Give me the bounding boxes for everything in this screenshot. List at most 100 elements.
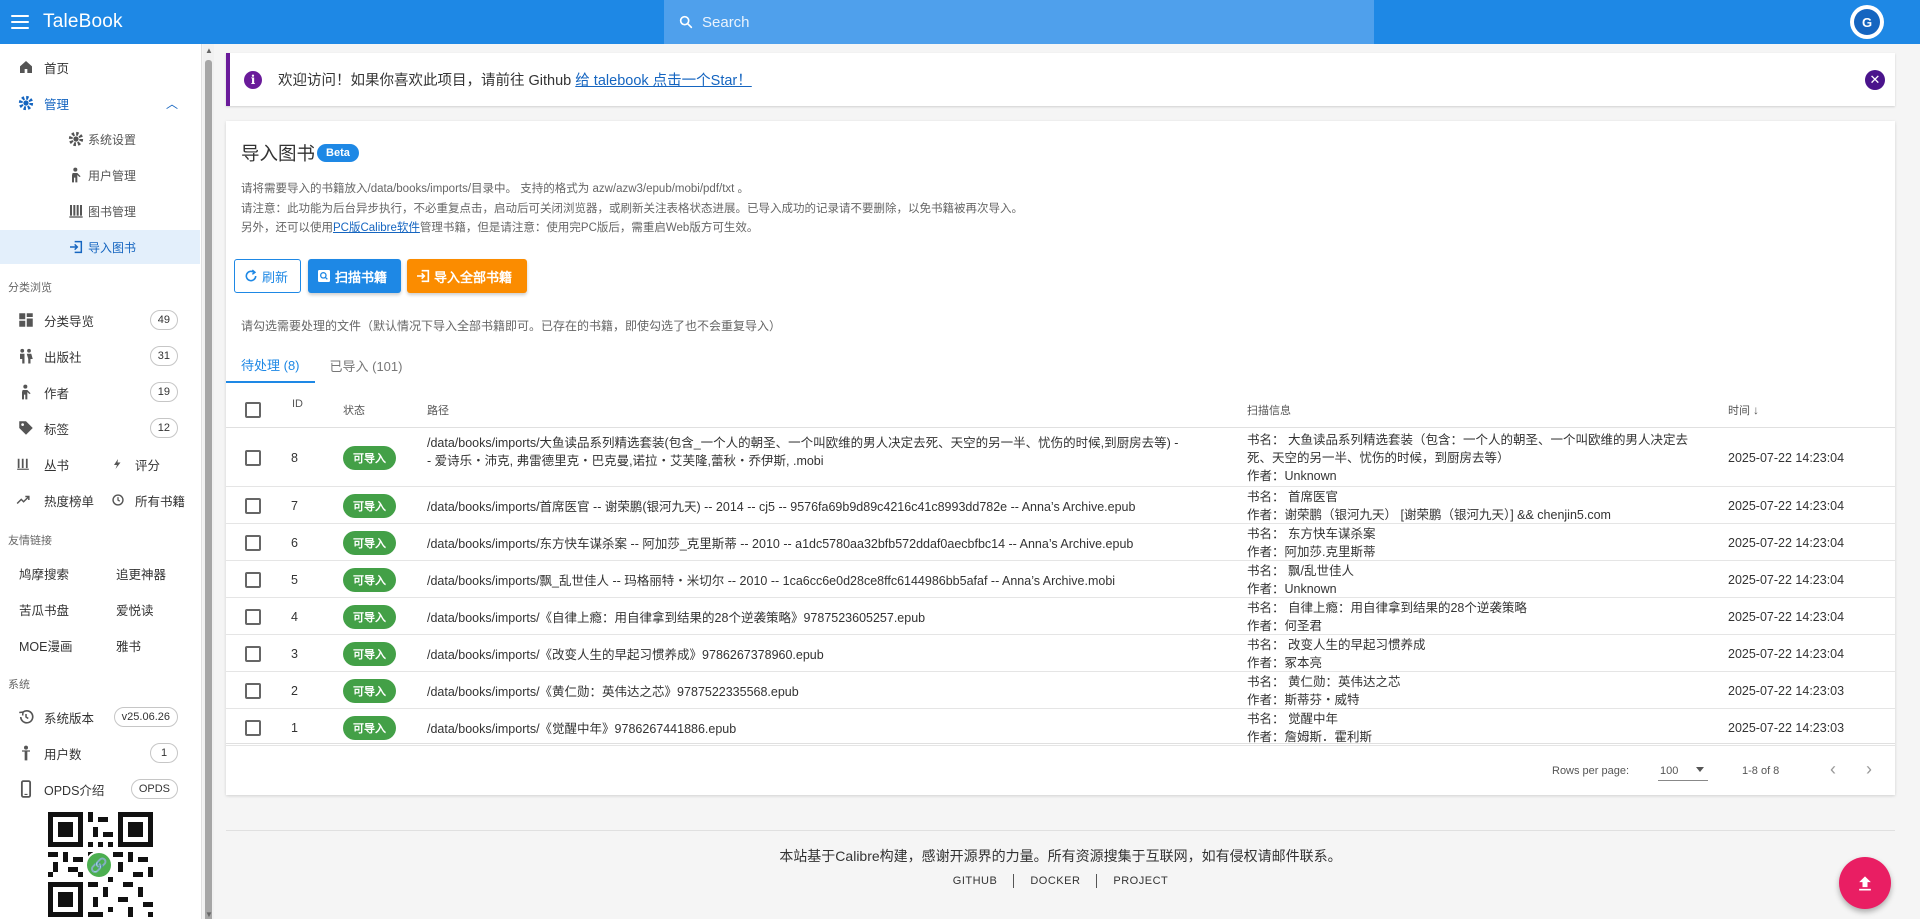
calibre-link[interactable]: PC版Calibre软件	[333, 222, 420, 234]
friend-link[interactable]: 追更神器	[116, 556, 166, 590]
import-description: 请将需要导入的书籍放入/data/books/imports/目录中。 支持的格…	[241, 180, 1023, 239]
section-system-heading: 系统	[8, 679, 30, 691]
row-checkbox[interactable]	[245, 608, 261, 625]
grid-icon	[15, 311, 37, 329]
link-icon: 🔗	[85, 851, 113, 879]
friend-link[interactable]: 雅书	[116, 628, 141, 662]
table-row[interactable]: 1 可导入/data/books/imports/《觉醒中年》9786267441…	[226, 709, 1895, 746]
sidebar-item-label: 出版社	[44, 350, 82, 365]
sidebar-item-label: 用户数	[44, 747, 82, 762]
desc-line: 请将需要导入的书籍放入/data/books/imports/目录中。 支持的格…	[241, 183, 750, 195]
count-badge: 1	[150, 743, 178, 763]
next-page-icon[interactable]: ›	[1859, 759, 1879, 779]
friend-link[interactable]: MOE漫画	[19, 628, 72, 662]
table-row[interactable]: 5 可导入/data/books/imports/飘_乱世佳人 -- 玛格丽特・米…	[226, 561, 1895, 598]
col-header-id[interactable]: ID	[292, 386, 303, 422]
scrollbar-thumb[interactable]	[205, 60, 212, 919]
row-time: 2025-07-22 14:23:04	[1728, 609, 1845, 624]
row-checkbox[interactable]	[245, 534, 261, 551]
row-scan-line: 作者：斯蒂芬・威特	[1247, 693, 1360, 707]
avatar[interactable]: G	[1850, 5, 1884, 39]
row-checkbox[interactable]	[245, 497, 261, 514]
scan-books-button[interactable]: 扫描书籍	[308, 259, 401, 293]
row-path: /data/books/imports/飘_乱世佳人 -- 玛格丽特・米切尔 -…	[427, 561, 1237, 598]
row-scan-line: 书名： 黄仁勋：英伟达之芯	[1247, 675, 1401, 689]
sidebar-item-series[interactable]: 丛书	[15, 447, 69, 481]
table-row[interactable]: 6 可导入/data/books/imports/东方快车谋杀案 -- 阿加莎_克…	[226, 524, 1895, 561]
sidebar-item-user-management[interactable]: 用户管理	[0, 158, 200, 192]
sidebar-item-version[interactable]: 系统版本 v25.06.26	[0, 700, 200, 734]
tab-pending[interactable]: 待处理 (8)	[226, 347, 315, 383]
row-checkbox[interactable]	[245, 682, 261, 699]
close-icon[interactable]: ✕	[1865, 70, 1885, 90]
scroll-to-top-button[interactable]	[1839, 857, 1891, 909]
row-scan-line: 死、天空的另一半、忧伤的时候，到厨房去等）	[1247, 451, 1510, 465]
row-checkbox[interactable]	[245, 571, 261, 588]
table-row[interactable]: 3 可导入/data/books/imports/《改变人生的早起习惯养成》978…	[226, 635, 1895, 672]
friend-link[interactable]: 爱悦读	[116, 592, 154, 626]
col-header-time[interactable]: 时间 ↓	[1728, 392, 1759, 428]
tab-imported[interactable]: 已导入 (101)	[315, 347, 418, 383]
row-id: 1	[291, 720, 298, 735]
row-time: 2025-07-22 14:23:04	[1728, 535, 1845, 550]
row-scan-line: 书名： 自律上瘾：用自律拿到结果的28个逆袭策略	[1247, 601, 1527, 615]
sidebar-item-import-books[interactable]: 导入图书	[0, 230, 200, 264]
page-title: 导入图书 Beta	[241, 140, 359, 166]
sidebar-item-manage[interactable]: 管理 ︿	[0, 86, 200, 120]
history-icon	[111, 493, 129, 507]
col-header-status[interactable]: 状态	[343, 392, 365, 428]
sidebar-item-tags[interactable]: 标签 12	[0, 411, 200, 445]
rows-per-page-select[interactable]: 100	[1658, 761, 1708, 781]
sidebar-item-publisher[interactable]: 出版社 31	[0, 339, 200, 373]
rows-per-page-value: 100	[1660, 764, 1679, 777]
table-row[interactable]: 2 可导入/data/books/imports/《黄仁勋：英伟达之芯》97875…	[226, 672, 1895, 709]
sidebar-item-book-management[interactable]: 图书管理	[0, 194, 200, 228]
row-checkbox[interactable]	[245, 449, 261, 466]
row-checkbox[interactable]	[245, 719, 261, 736]
beta-badge: Beta	[317, 144, 359, 162]
menu-icon[interactable]	[11, 15, 29, 29]
friend-link[interactable]: 苦瓜书盘	[19, 592, 69, 626]
col-header-path[interactable]: 路径	[427, 392, 449, 428]
row-scan-line: 书名： 东方快车谋杀案	[1247, 527, 1376, 541]
app-title[interactable]: TaleBook	[43, 11, 123, 33]
search-bar[interactable]	[664, 0, 1374, 44]
friend-link[interactable]: 鸠摩搜索	[19, 556, 69, 590]
button-label: 扫描书籍	[335, 269, 388, 285]
footer-link-project[interactable]: PROJECT	[1097, 875, 1184, 887]
footer-link-docker[interactable]: DOCKER	[1014, 875, 1096, 887]
github-star-link[interactable]: 给 talebook 点击一个Star！	[575, 73, 751, 89]
sidebar-item-category[interactable]: 分类导览 49	[0, 303, 200, 337]
sidebar-item-home[interactable]: 首页	[0, 50, 200, 84]
row-checkbox[interactable]	[245, 645, 261, 662]
table-row[interactable]: 8 可导入/data/books/imports/大鱼读品系列精选套装(包含_一个…	[226, 428, 1895, 487]
table-row[interactable]: 4 可导入/data/books/imports/《自律上瘾：用自律拿到结果的28…	[226, 598, 1895, 635]
sidebar-item-opds[interactable]: OPDS介绍 OPDS	[0, 772, 200, 806]
prev-page-icon[interactable]: ‹	[1823, 759, 1843, 779]
sidebar-item-hot[interactable]: 热度榜单	[15, 483, 94, 517]
scroll-up-arrow[interactable]: ▲	[205, 47, 213, 55]
row-path-line: /data/books/imports/东方快车谋杀案 -- 阿加莎_克里斯蒂 …	[427, 537, 1134, 551]
sidebar-item-all-books[interactable]: 所有书籍	[111, 483, 185, 517]
gear-icon	[15, 94, 37, 112]
sidebar-item-users[interactable]: 用户数 1	[0, 736, 200, 770]
row-time: 2025-07-22 14:23:04	[1728, 450, 1845, 465]
sidebar-item-system-settings[interactable]: 系统设置	[0, 122, 200, 156]
select-all-checkbox[interactable]	[245, 402, 261, 418]
footer-link-github[interactable]: GITHUB	[937, 875, 1014, 887]
sidebar-item-author[interactable]: 作者 19	[0, 375, 200, 409]
bookshelf-icon	[65, 202, 87, 220]
row-scan-line: 作者：冢本亮	[1247, 656, 1323, 670]
scroll-down-arrow[interactable]: ▼	[205, 911, 213, 919]
search-input[interactable]	[702, 13, 1302, 31]
alert-text: 欢迎访问！如果你喜欢此项目，请前往 Github	[278, 73, 576, 89]
table-row[interactable]: 7 可导入/data/books/imports/首席医官 -- 谢荣鹏(银河九天…	[226, 487, 1895, 524]
col-header-scan[interactable]: 扫描信息	[1247, 392, 1291, 428]
sidebar-item-rating[interactable]: 评分	[111, 447, 160, 481]
import-all-button[interactable]: 导入全部书籍	[407, 259, 527, 293]
rows-per-page-label: Rows per page:	[1552, 765, 1630, 777]
refresh-button[interactable]: 刷新	[234, 259, 301, 293]
sidebar-scrollbar[interactable]: ▲ ▼	[203, 44, 214, 919]
row-scan-info: 书名： 东方快车谋杀案 作者：阿加莎.克里斯蒂	[1247, 524, 1717, 561]
row-id: 5	[291, 572, 298, 587]
